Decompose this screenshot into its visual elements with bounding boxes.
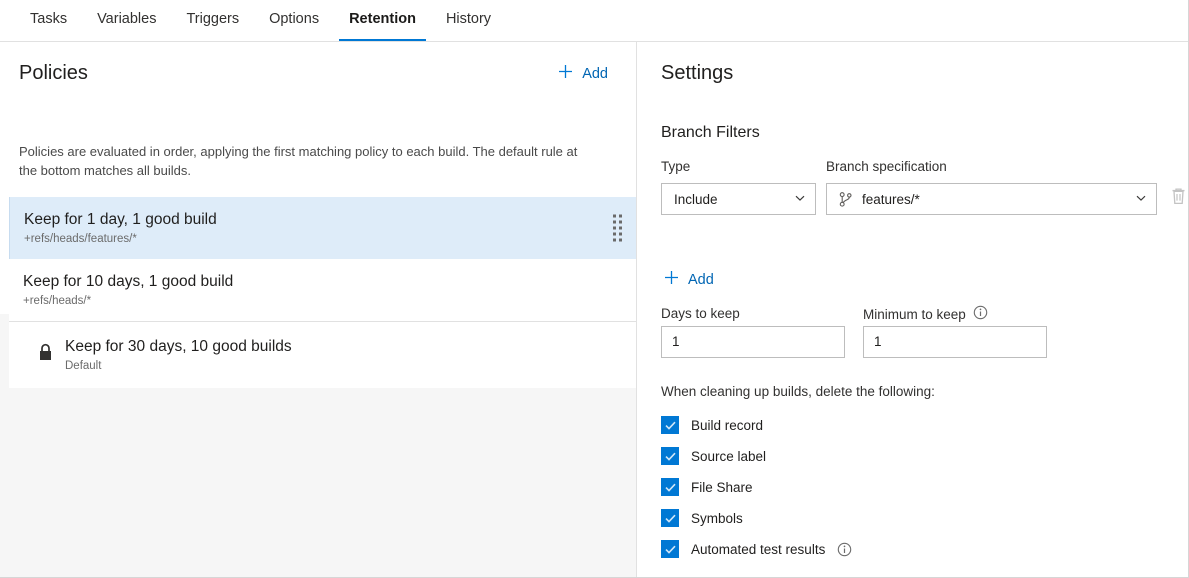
cleanup-description: When cleaning up builds, delete the foll…: [661, 384, 935, 399]
chevron-down-icon: [1134, 191, 1148, 208]
policy-name: Keep for 1 day, 1 good build: [24, 211, 217, 228]
branch-specification-select[interactable]: features/*: [826, 183, 1157, 215]
tab-label: Triggers: [186, 11, 240, 27]
branch-specification-label: Branch specification: [826, 159, 947, 174]
minimum-to-keep-label-group: Minimum to keep: [863, 305, 988, 325]
tab-retention[interactable]: Retention: [337, 0, 428, 41]
info-icon[interactable]: [837, 542, 852, 557]
tab-label: Variables: [97, 11, 157, 27]
checkbox-label: Symbols: [691, 510, 743, 526]
delete-branch-filter-button[interactable]: [1165, 185, 1188, 213]
policy-name: Keep for 10 days, 1 good build: [23, 273, 234, 290]
lock-icon: [37, 343, 54, 367]
policy-list: Keep for 1 day, 1 good build +refs/heads…: [9, 197, 636, 388]
days-to-keep-label: Days to keep: [661, 306, 740, 321]
tab-tasks[interactable]: Tasks: [18, 0, 79, 41]
checkbox-checked-icon[interactable]: [661, 447, 679, 465]
trash-icon: [1170, 187, 1187, 211]
settings-pane: Settings Branch Filters Type Branch spec…: [638, 42, 1188, 577]
branch-specification-value: features/*: [862, 191, 920, 207]
pipeline-tab-strip: Tasks Variables Triggers Options Retenti…: [0, 0, 1188, 42]
checkbox-row-automated-test-results[interactable]: Automated test results: [661, 534, 852, 564]
retention-settings-page: Tasks Variables Triggers Options Retenti…: [0, 0, 1189, 578]
checkbox-row-build-record[interactable]: Build record: [661, 410, 852, 440]
filter-type-select[interactable]: Include: [661, 183, 816, 215]
filter-type-value: Include: [674, 191, 718, 207]
add-branch-filter-button[interactable]: Add: [664, 270, 714, 289]
policy-row-2[interactable]: Keep for 10 days, 1 good build +refs/hea…: [9, 259, 636, 321]
tab-triggers[interactable]: Triggers: [174, 0, 251, 41]
policies-heading: Policies: [19, 62, 88, 84]
policy-branch-filter: +refs/heads/*: [23, 295, 92, 307]
tab-label: Retention: [349, 11, 416, 27]
tab-history[interactable]: History: [434, 0, 503, 41]
cleanup-checkbox-list: Build record Source label File Share Sym…: [661, 410, 852, 565]
checkbox-row-symbols[interactable]: Symbols: [661, 503, 852, 533]
policy-name: Keep for 30 days, 10 good builds: [65, 338, 292, 355]
checkbox-label: File Share: [691, 479, 753, 495]
git-branch-icon: [839, 191, 853, 207]
tab-label: Tasks: [30, 11, 68, 27]
checkbox-label: Automated test results: [691, 541, 826, 557]
type-label: Type: [661, 159, 691, 174]
checkbox-checked-icon[interactable]: [661, 540, 679, 558]
tab-label: Options: [269, 11, 320, 27]
plus-icon: [558, 64, 573, 83]
checkbox-label: Build record: [691, 417, 764, 433]
branch-filters-heading: Branch Filters: [661, 124, 760, 141]
policy-row-1[interactable]: Keep for 1 day, 1 good build +refs/heads…: [9, 197, 636, 259]
policy-branch-filter: +refs/heads/features/*: [24, 233, 137, 245]
settings-heading: Settings: [661, 62, 734, 84]
minimum-to-keep-input[interactable]: 1: [863, 326, 1047, 358]
drag-handle-icon[interactable]: [613, 214, 622, 242]
checkbox-checked-icon[interactable]: [661, 416, 679, 434]
info-icon[interactable]: [973, 305, 988, 325]
checkbox-label: Source label: [691, 448, 767, 464]
tab-variables[interactable]: Variables: [85, 0, 168, 41]
minimum-to-keep-label: Minimum to keep: [863, 307, 966, 322]
add-branch-filter-label: Add: [688, 271, 714, 288]
policy-row-default[interactable]: Keep for 30 days, 10 good builds Default: [9, 321, 636, 388]
policies-pane: Policies Add Policies are evaluated in o…: [0, 42, 637, 577]
checkbox-checked-icon[interactable]: [661, 509, 679, 527]
add-policy-label: Add: [582, 65, 608, 82]
chevron-down-icon: [793, 191, 807, 208]
add-policy-button[interactable]: Add: [558, 64, 608, 83]
tab-label: History: [445, 11, 492, 27]
checkbox-row-source-label[interactable]: Source label: [661, 441, 852, 471]
days-to-keep-input[interactable]: 1: [661, 326, 845, 358]
plus-icon: [664, 270, 679, 289]
policies-description: Policies are evaluated in order, applyin…: [19, 144, 578, 178]
checkbox-checked-icon[interactable]: [661, 478, 679, 496]
checkbox-row-file-share[interactable]: File Share: [661, 472, 852, 502]
tab-options[interactable]: Options: [257, 0, 331, 41]
policy-default-label: Default: [65, 360, 102, 372]
